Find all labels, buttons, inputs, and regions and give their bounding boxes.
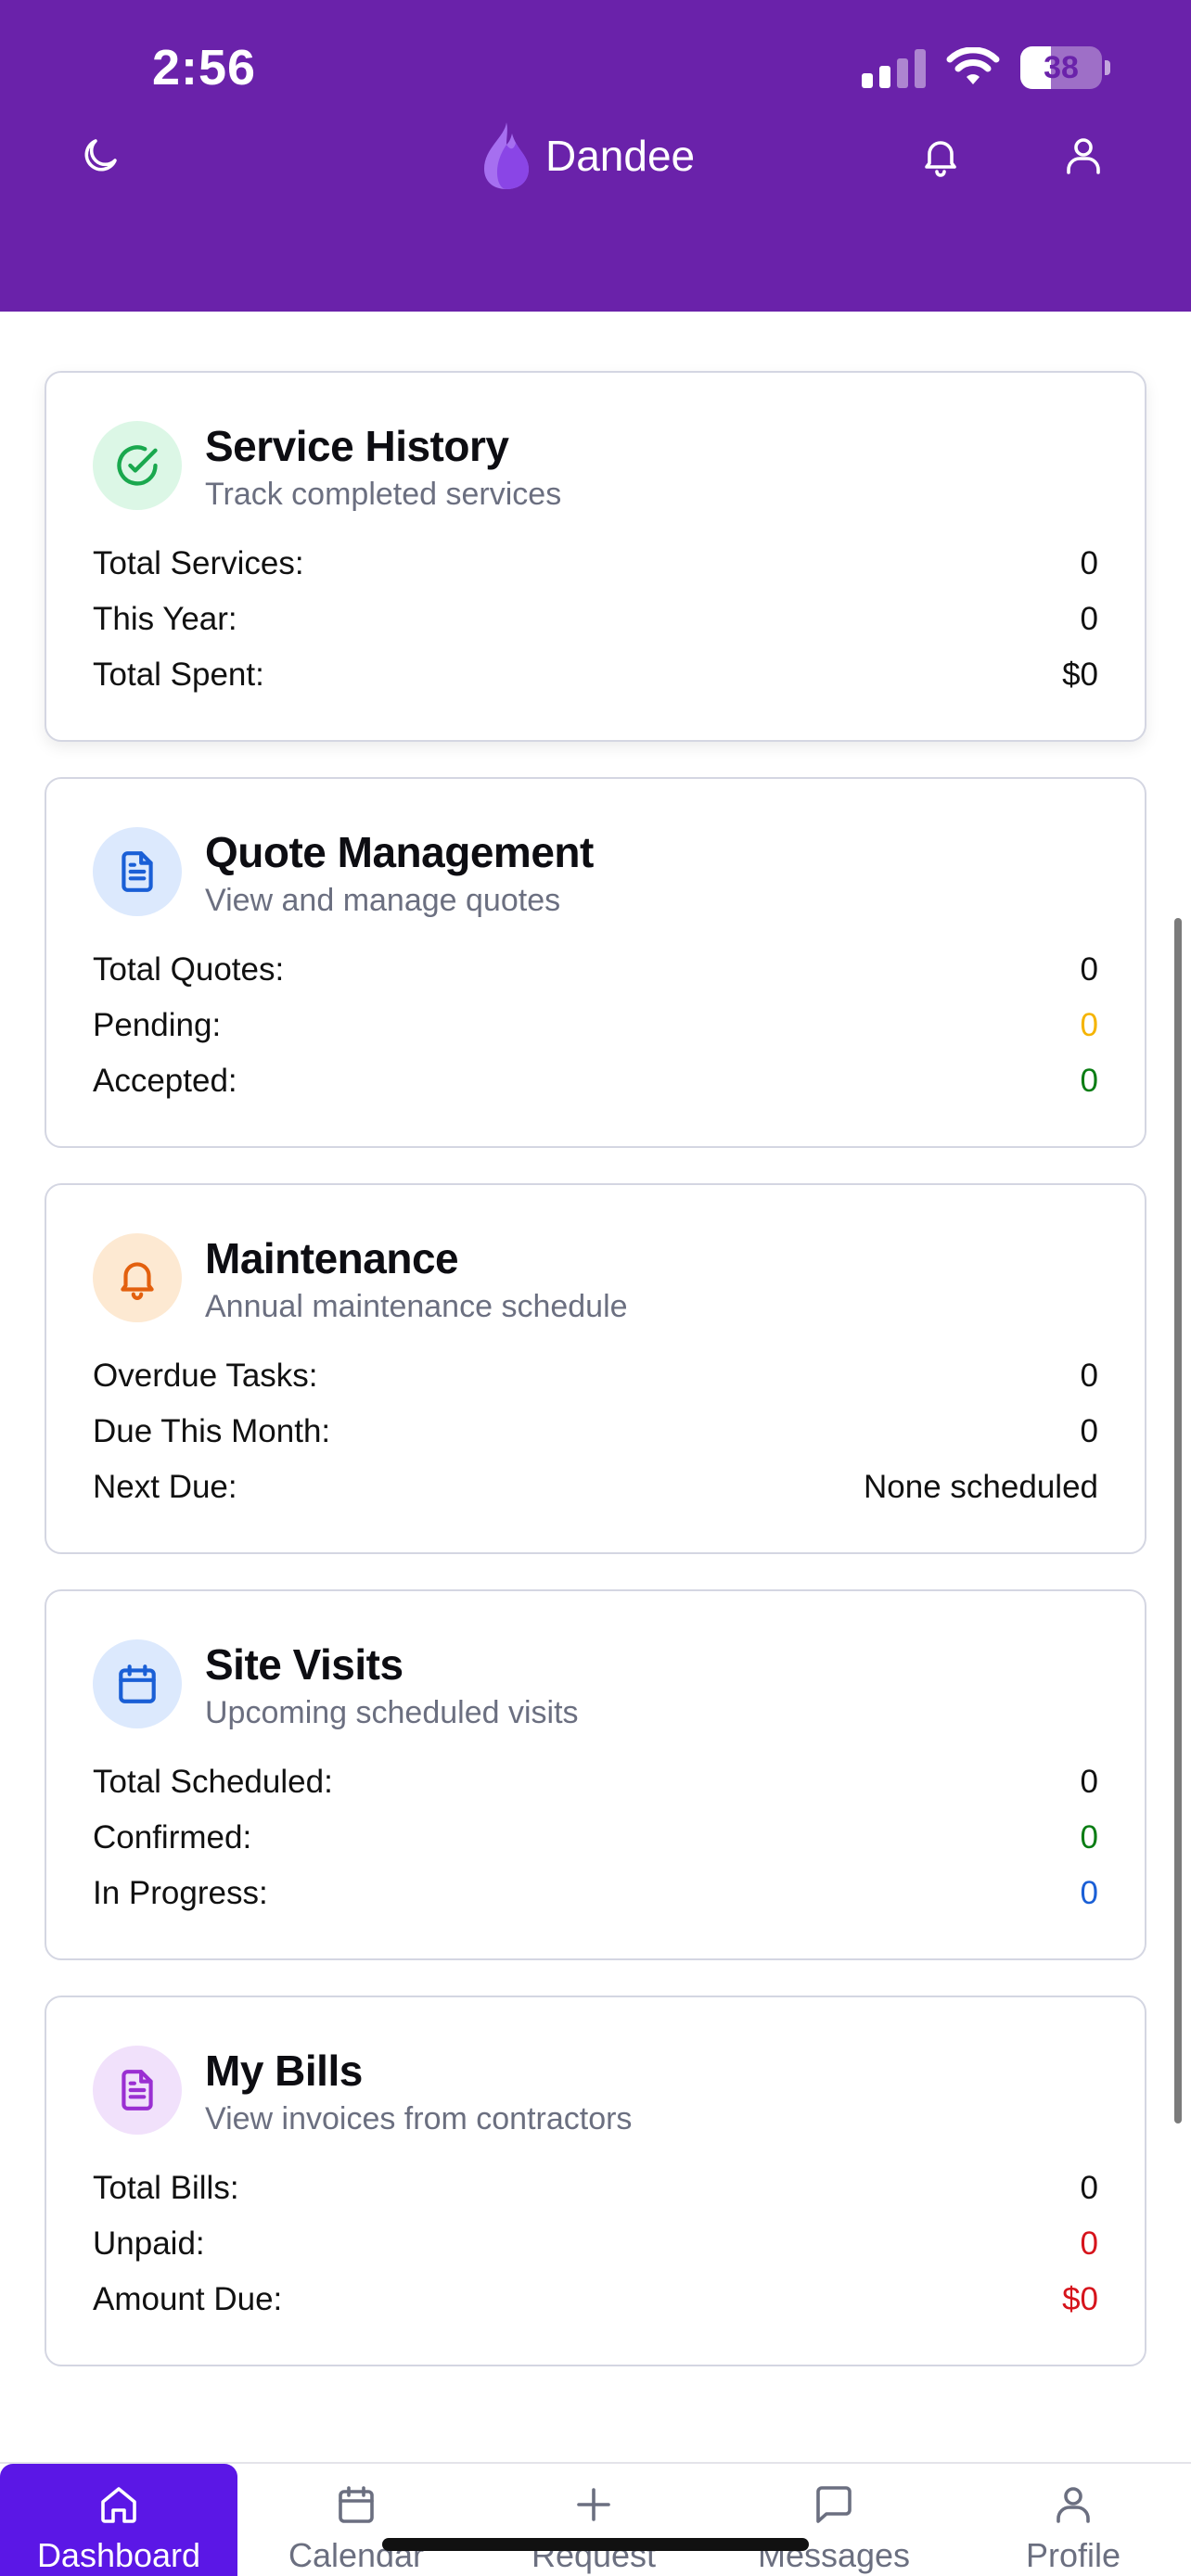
status-icons: 38 bbox=[862, 46, 1110, 89]
check-circle-icon bbox=[93, 421, 182, 510]
stat-row: Overdue Tasks: 0 bbox=[93, 1354, 1098, 1398]
wifi-icon bbox=[946, 47, 1000, 84]
stat-value: $0 bbox=[1062, 2281, 1098, 2317]
card-title: Site Visits bbox=[205, 1640, 403, 1689]
stat-label: This Year: bbox=[93, 601, 237, 637]
app-header: 2:56 38 Dandee bbox=[0, 0, 1191, 312]
stat-label: Due This Month: bbox=[93, 1413, 331, 1449]
stat-value: 0 bbox=[1080, 1875, 1098, 1911]
nav-request[interactable]: Request bbox=[475, 2464, 712, 2576]
quote-management-card[interactable]: Quote Management View and manage quotes … bbox=[45, 777, 1146, 1148]
my-bills-card[interactable]: My Bills View invoices from contractors … bbox=[45, 1996, 1146, 2366]
stat-value: 0 bbox=[1080, 601, 1098, 637]
stat-value: 0 bbox=[1080, 1063, 1098, 1099]
stat-value: $0 bbox=[1062, 657, 1098, 693]
stat-label: In Progress: bbox=[93, 1875, 268, 1911]
card-subtitle: View and manage quotes bbox=[205, 883, 561, 918]
document-icon bbox=[93, 827, 182, 916]
stat-value: 0 bbox=[1080, 1764, 1098, 1800]
brand-logo: Dandee bbox=[479, 119, 695, 193]
stat-row: Amount Due: $0 bbox=[93, 2277, 1098, 2322]
card-title: Maintenance bbox=[205, 1234, 459, 1282]
stat-value: 0 bbox=[1080, 545, 1098, 581]
stat-label: Confirmed: bbox=[93, 1819, 252, 1855]
stat-row: Unpaid: 0 bbox=[93, 2222, 1098, 2266]
nav-profile[interactable]: Profile bbox=[955, 2464, 1191, 2576]
stat-row: Next Due: None scheduled bbox=[93, 1465, 1098, 1510]
invoice-icon bbox=[93, 2046, 182, 2135]
moon-icon bbox=[84, 139, 117, 172]
battery-level: 38 bbox=[1044, 49, 1079, 85]
stat-label: Overdue Tasks: bbox=[93, 1358, 318, 1394]
notifications-button[interactable] bbox=[911, 126, 970, 185]
stat-value: 0 bbox=[1080, 1007, 1098, 1043]
account-button[interactable] bbox=[1054, 126, 1113, 185]
stat-label: Accepted: bbox=[93, 1063, 237, 1099]
stat-value: None scheduled bbox=[864, 1469, 1098, 1505]
plus-icon bbox=[577, 2488, 610, 2521]
card-subtitle: Annual maintenance schedule bbox=[205, 1289, 628, 1324]
service-history-card[interactable]: Service History Track completed services… bbox=[45, 371, 1146, 742]
nav-calendar[interactable]: Calendar bbox=[237, 2464, 475, 2576]
stat-row: Total Bills: 0 bbox=[93, 2166, 1098, 2211]
stat-row: Pending: 0 bbox=[93, 1003, 1098, 1048]
nav-messages[interactable]: Messages bbox=[712, 2464, 955, 2576]
stat-row: Total Spent: $0 bbox=[93, 653, 1098, 697]
status-time: 2:56 bbox=[152, 40, 257, 96]
calendar-icon bbox=[93, 1639, 182, 1728]
bell-icon bbox=[925, 141, 956, 177]
cellular-signal-icon bbox=[862, 47, 926, 88]
stat-row: Total Scheduled: 0 bbox=[93, 1760, 1098, 1804]
home-icon bbox=[101, 2487, 136, 2523]
stat-value: 0 bbox=[1080, 1413, 1098, 1449]
stat-value: 0 bbox=[1080, 951, 1098, 988]
stat-row: Confirmed: 0 bbox=[93, 1816, 1098, 1860]
stat-value: 0 bbox=[1080, 2225, 1098, 2262]
site-visits-card[interactable]: Site Visits Upcoming scheduled visits To… bbox=[45, 1589, 1146, 1960]
calendar-icon bbox=[339, 2486, 374, 2523]
card-title: My Bills bbox=[205, 2047, 363, 2095]
stat-label: Total Spent: bbox=[93, 657, 264, 693]
user-icon bbox=[1067, 138, 1100, 174]
card-title: Quote Management bbox=[205, 828, 594, 876]
bottom-nav: Dashboard Calendar Request Messages Prof… bbox=[0, 2462, 1191, 2576]
nav-dashboard[interactable]: Dashboard bbox=[0, 2464, 237, 2576]
home-indicator bbox=[382, 2538, 809, 2551]
stat-value: 0 bbox=[1080, 2170, 1098, 2206]
battery-icon: 38 bbox=[1020, 46, 1110, 89]
dandee-logo-icon bbox=[484, 122, 529, 189]
stat-row: Total Quotes: 0 bbox=[93, 948, 1098, 992]
stat-row: This Year: 0 bbox=[93, 597, 1098, 642]
message-icon bbox=[816, 2486, 852, 2523]
stat-value: 0 bbox=[1080, 1819, 1098, 1855]
card-subtitle: Upcoming scheduled visits bbox=[205, 1695, 579, 1730]
dark-mode-toggle[interactable] bbox=[70, 126, 130, 185]
bell-icon bbox=[93, 1233, 182, 1322]
stat-row: Total Services: 0 bbox=[93, 542, 1098, 586]
card-subtitle: View invoices from contractors bbox=[205, 2101, 633, 2136]
brand-name: Dandee bbox=[545, 132, 696, 180]
maintenance-card[interactable]: Maintenance Annual maintenance schedule … bbox=[45, 1183, 1146, 1554]
stat-label: Total Quotes: bbox=[93, 951, 285, 988]
stat-label: Total Scheduled: bbox=[93, 1764, 333, 1800]
stat-value: 0 bbox=[1080, 1358, 1098, 1394]
stat-label: Total Bills: bbox=[93, 2170, 239, 2206]
stat-row: In Progress: 0 bbox=[93, 1871, 1098, 1916]
stat-label: Total Services: bbox=[93, 545, 304, 581]
user-icon bbox=[1057, 2487, 1090, 2523]
stat-row: Accepted: 0 bbox=[93, 1059, 1098, 1103]
stat-label: Amount Due: bbox=[93, 2281, 283, 2317]
nav-label: Dashboard bbox=[36, 2536, 201, 2574]
card-title: Service History bbox=[205, 422, 509, 470]
stat-row: Due This Month: 0 bbox=[93, 1409, 1098, 1454]
scrollbar[interactable] bbox=[1174, 918, 1182, 2123]
card-subtitle: Track completed services bbox=[205, 477, 562, 512]
nav-label: Profile bbox=[1025, 2536, 1121, 2574]
stat-label: Pending: bbox=[93, 1007, 222, 1043]
stat-label: Next Due: bbox=[93, 1469, 237, 1505]
stat-label: Unpaid: bbox=[93, 2225, 205, 2262]
